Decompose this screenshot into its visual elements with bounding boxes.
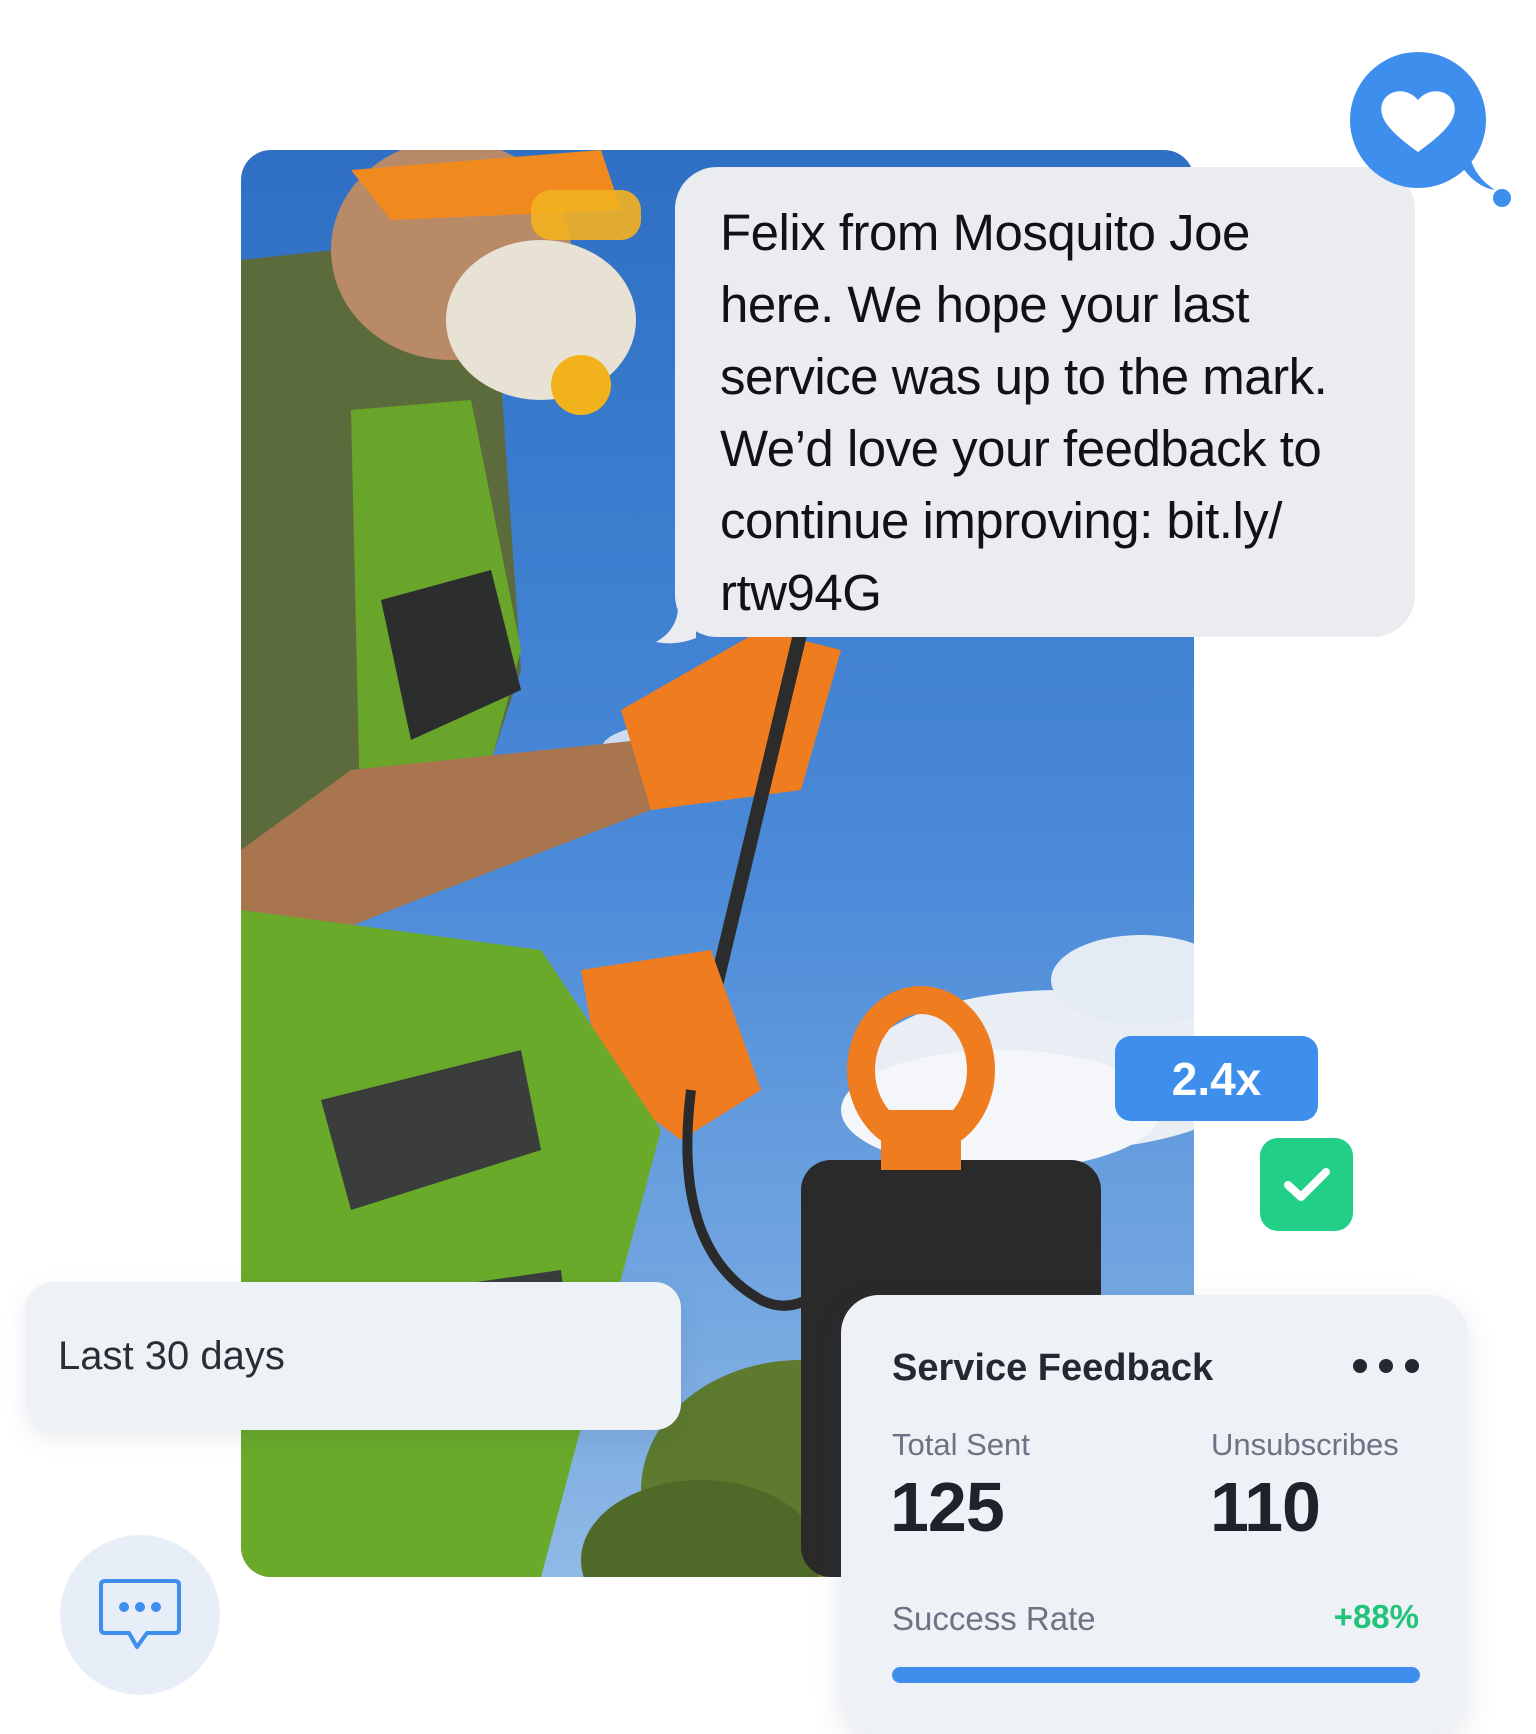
message-line: service was up to the mark.: [720, 348, 1328, 405]
chat-icon[interactable]: [60, 1535, 220, 1695]
multiplier-badge: 2.4x: [1115, 1036, 1318, 1121]
success-rate-label: Success Rate: [892, 1600, 1096, 1637]
message-line: We’d love your feedback to: [720, 420, 1322, 477]
service-feedback-card: Service Feedback Total Sent 125 Unsubscr…: [841, 1295, 1467, 1734]
success-rate-value: +88%: [1333, 1598, 1419, 1635]
sms-message-text: Felix from Mosquito Joe here. We hope yo…: [720, 197, 1371, 629]
heart-icon: [1350, 52, 1511, 207]
message-line: Felix from Mosquito Joe: [720, 204, 1250, 261]
total-sent-label: Total Sent: [892, 1427, 1030, 1462]
unsubscribes-label: Unsubscribes: [1211, 1427, 1399, 1462]
unsubscribes-value: 110: [1210, 1468, 1321, 1546]
message-line: rtw94G: [720, 564, 882, 621]
progress-fill: [892, 1667, 1420, 1683]
card-title: Service Feedback: [892, 1347, 1214, 1389]
total-sent-value: 125: [890, 1468, 1005, 1546]
message-line: continue improving: bit.ly/: [720, 492, 1282, 549]
checkmark-icon: [1260, 1138, 1353, 1231]
success-rate-progress-bar: [892, 1667, 1420, 1683]
date-range-label: Last 30 days: [58, 1333, 285, 1378]
more-options-icon[interactable]: [1353, 1351, 1419, 1381]
date-range-selector[interactable]: Last 30 days: [26, 1282, 681, 1430]
sms-message-bubble: Felix from Mosquito Joe here. We hope yo…: [675, 167, 1415, 637]
message-line: here. We hope your last: [720, 276, 1250, 333]
